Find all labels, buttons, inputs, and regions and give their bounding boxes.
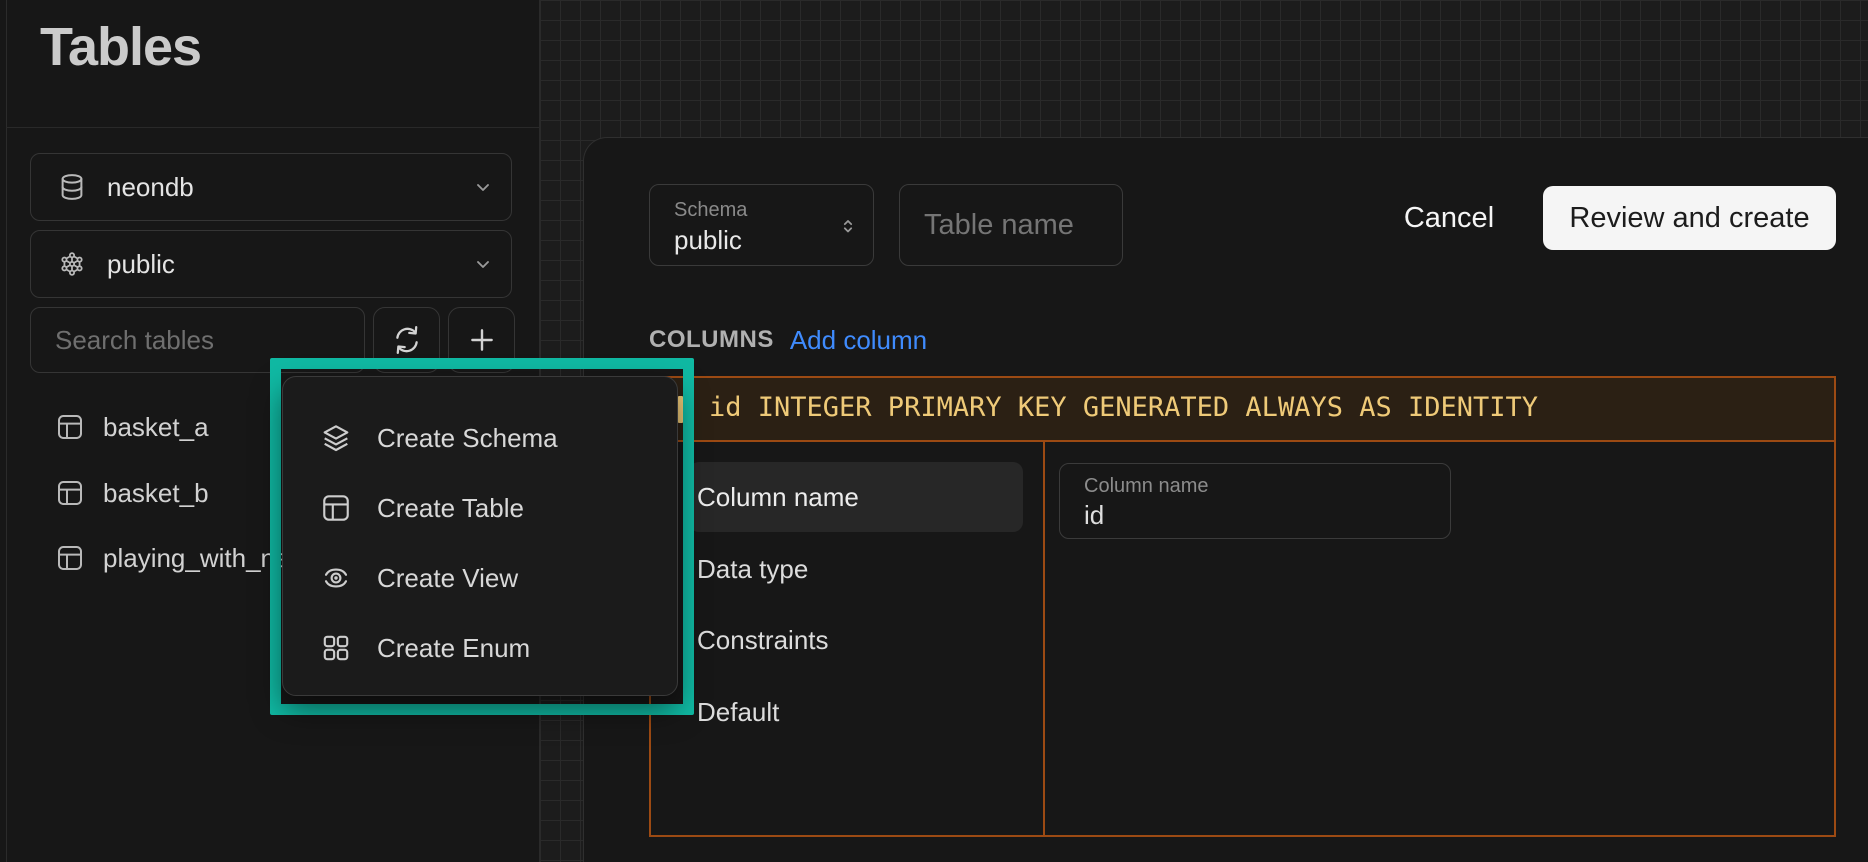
database-select-value: neondb — [107, 172, 194, 203]
table-icon — [55, 478, 85, 508]
grid-2x2-icon — [319, 632, 353, 664]
column-definition-row[interactable]: id INTEGER PRIMARY KEY GENERATED ALWAYS … — [651, 378, 1834, 442]
column-editor-form: Column name Data type Constraints Defaul… — [651, 442, 1834, 835]
cancel-button[interactable]: Cancel — [1394, 186, 1504, 250]
menu-item-create-enum[interactable]: Create Enum — [283, 613, 677, 683]
menu-item-create-table[interactable]: Create Table — [283, 473, 677, 543]
table-icon — [319, 492, 353, 524]
property-tab-default[interactable]: Default — [689, 677, 1023, 747]
schema-filter-select[interactable]: public — [30, 230, 512, 298]
table-name: basket_b — [103, 478, 209, 509]
column-name-field-value: id — [1084, 500, 1104, 531]
form-column-divider — [1043, 442, 1045, 835]
columns-heading: COLUMNS — [649, 326, 774, 354]
schema-icon — [57, 249, 87, 279]
menu-item-label: Create Enum — [377, 633, 530, 664]
table-icon — [55, 543, 85, 573]
sidebar-divider — [6, 127, 540, 128]
menu-item-label: Create Table — [377, 493, 524, 524]
menu-item-label: Create Schema — [377, 423, 558, 454]
property-tab-constraints[interactable]: Constraints — [689, 605, 1023, 675]
page-title: Tables — [40, 16, 201, 78]
eye-icon — [319, 562, 353, 594]
property-tab-column-name[interactable]: Column name — [689, 462, 1023, 532]
table-name-input[interactable] — [899, 184, 1123, 266]
create-menu: Create Schema Create Table — [282, 376, 678, 696]
chevron-down-icon — [471, 175, 495, 199]
menu-item-create-schema[interactable]: Create Schema — [283, 403, 677, 473]
chevron-up-down-icon — [837, 213, 859, 239]
database-icon — [57, 172, 87, 202]
table-icon — [55, 412, 85, 442]
annotation-highlight-box: Create Schema Create Table — [270, 358, 694, 715]
schema-select-label: Schema — [674, 199, 747, 222]
table-name: basket_a — [103, 412, 209, 443]
menu-item-create-view[interactable]: Create View — [283, 543, 677, 613]
window-edge-line — [6, 0, 7, 862]
schema-filter-value: public — [107, 249, 175, 280]
database-select[interactable]: neondb — [30, 153, 512, 221]
refresh-icon — [390, 323, 424, 357]
add-column-link[interactable]: Add column — [790, 325, 927, 356]
chevron-down-icon — [471, 252, 495, 276]
schema-select[interactable]: Schema public — [649, 184, 874, 266]
create-table-panel: Schema public Cancel Review and create C… — [583, 137, 1868, 862]
schema-select-value: public — [674, 225, 742, 256]
app-root: Schema public Cancel Review and create C… — [0, 0, 1868, 862]
plus-icon — [465, 323, 499, 357]
layers-icon — [319, 422, 353, 454]
property-tab-data-type[interactable]: Data type — [689, 534, 1023, 604]
column-definition-container: id INTEGER PRIMARY KEY GENERATED ALWAYS … — [649, 376, 1836, 837]
column-definition-sql: id INTEGER PRIMARY KEY GENERATED ALWAYS … — [709, 392, 1538, 423]
menu-item-label: Create View — [377, 563, 518, 594]
column-name-field[interactable]: Column name id — [1059, 463, 1451, 539]
columns-section-header: COLUMNS Add column — [649, 324, 927, 356]
review-and-create-button[interactable]: Review and create — [1543, 186, 1836, 250]
column-name-field-label: Column name — [1084, 475, 1209, 498]
